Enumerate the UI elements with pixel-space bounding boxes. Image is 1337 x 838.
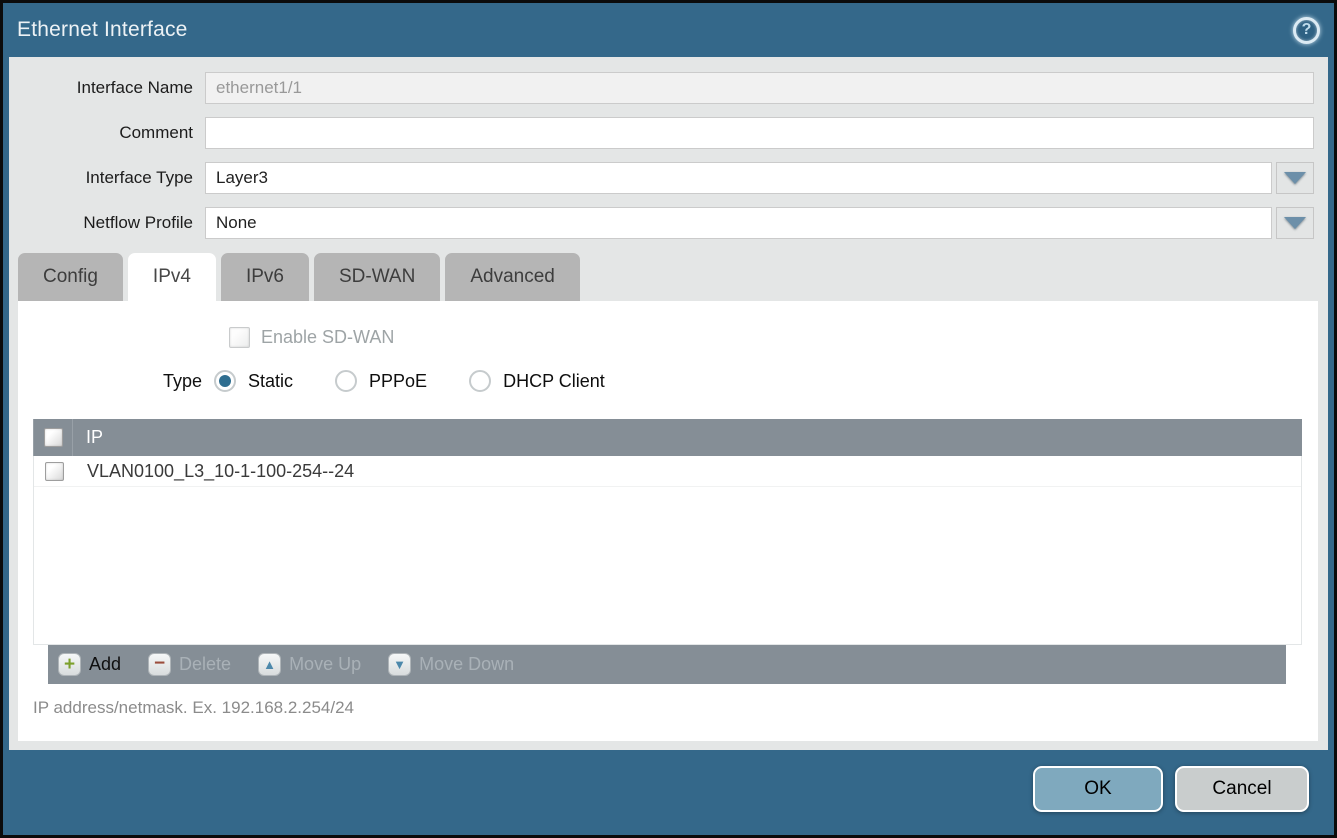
cancel-button[interactable]: Cancel bbox=[1175, 766, 1309, 812]
interface-type-label: Interface Type bbox=[9, 168, 205, 188]
table-row[interactable]: VLAN0100_L3_10-1-100-254--24 bbox=[34, 456, 1301, 487]
netflow-profile-dropdown-button[interactable] bbox=[1276, 207, 1314, 239]
netflow-profile-select[interactable]: None bbox=[205, 207, 1272, 239]
tab-advanced[interactable]: Advanced bbox=[445, 253, 580, 301]
select-all-checkbox[interactable] bbox=[44, 428, 63, 447]
dialog-titlebar: Ethernet Interface ? bbox=[3, 3, 1334, 57]
help-icon[interactable]: ? bbox=[1293, 17, 1320, 44]
chevron-down-icon bbox=[1284, 172, 1306, 184]
form-area: Interface Name Comment Interface Type La… bbox=[9, 57, 1328, 239]
add-button[interactable]: + Add bbox=[58, 653, 121, 676]
move-down-button: ▼ Move Down bbox=[388, 653, 514, 676]
enable-sdwan-checkbox bbox=[229, 327, 250, 348]
delete-icon: − bbox=[148, 653, 171, 676]
interface-type-dropdown-button[interactable] bbox=[1276, 162, 1314, 194]
row-checkbox[interactable] bbox=[45, 462, 64, 481]
radio-static-label: Static bbox=[248, 371, 293, 392]
radio-pppoe-circle[interactable] bbox=[335, 370, 357, 392]
interface-type-row: Interface Type Layer3 bbox=[9, 162, 1314, 194]
netflow-profile-row: Netflow Profile None bbox=[9, 207, 1314, 239]
enable-sdwan-row: Enable SD-WAN bbox=[18, 301, 1318, 348]
add-icon: + bbox=[58, 653, 81, 676]
radio-dhcp-client-label: DHCP Client bbox=[503, 371, 605, 392]
enable-sdwan-label: Enable SD-WAN bbox=[261, 327, 394, 348]
interface-name-row: Interface Name bbox=[9, 72, 1314, 104]
delete-button: − Delete bbox=[148, 653, 231, 676]
interface-type-select[interactable]: Layer3 bbox=[205, 162, 1272, 194]
ip-table: IP VLAN0100_L3_10-1-100-254--24 + Add bbox=[33, 419, 1302, 684]
move-down-button-label: Move Down bbox=[419, 654, 514, 675]
radio-pppoe[interactable]: PPPoE bbox=[335, 370, 427, 392]
comment-field[interactable] bbox=[205, 117, 1314, 149]
chevron-down-icon bbox=[1284, 217, 1306, 229]
type-label: Type bbox=[18, 371, 214, 392]
radio-dhcp-client-circle[interactable] bbox=[469, 370, 491, 392]
interface-name-label: Interface Name bbox=[9, 78, 205, 98]
dialog-body: Interface Name Comment Interface Type La… bbox=[9, 57, 1328, 750]
interface-name-field bbox=[205, 72, 1314, 104]
netflow-profile-label: Netflow Profile bbox=[9, 213, 205, 233]
delete-button-label: Delete bbox=[179, 654, 231, 675]
ipv4-tab-panel: Enable SD-WAN Type Static PPPoE DHCP Cli… bbox=[18, 301, 1318, 741]
radio-static-circle[interactable] bbox=[214, 370, 236, 392]
tab-ipv4[interactable]: IPv4 bbox=[128, 253, 216, 301]
radio-dhcp-client[interactable]: DHCP Client bbox=[469, 370, 605, 392]
ip-format-hint: IP address/netmask. Ex. 192.168.2.254/24 bbox=[33, 698, 1318, 718]
ethernet-interface-dialog: Ethernet Interface ? Interface Name Comm… bbox=[0, 0, 1337, 838]
move-up-button-label: Move Up bbox=[289, 654, 361, 675]
dialog-title: Ethernet Interface bbox=[17, 18, 188, 42]
tab-sdwan[interactable]: SD-WAN bbox=[314, 253, 440, 301]
comment-label: Comment bbox=[9, 123, 205, 143]
ip-table-header: IP bbox=[33, 419, 1302, 456]
radio-static[interactable]: Static bbox=[214, 370, 293, 392]
ip-column-header: IP bbox=[73, 427, 103, 448]
move-up-button: ▲ Move Up bbox=[258, 653, 361, 676]
ip-table-body: VLAN0100_L3_10-1-100-254--24 bbox=[33, 456, 1302, 645]
tab-config[interactable]: Config bbox=[18, 253, 123, 301]
comment-row: Comment bbox=[9, 117, 1314, 149]
move-up-icon: ▲ bbox=[258, 653, 281, 676]
add-button-label: Add bbox=[89, 654, 121, 675]
table-toolbar: + Add − Delete ▲ Move Up ▼ Move Down bbox=[48, 645, 1286, 684]
tab-ipv6[interactable]: IPv6 bbox=[221, 253, 309, 301]
help-icon-glyph: ? bbox=[1302, 21, 1312, 39]
ok-button[interactable]: OK bbox=[1033, 766, 1163, 812]
radio-pppoe-label: PPPoE bbox=[369, 371, 427, 392]
tab-bar: Config IPv4 IPv6 SD-WAN Advanced bbox=[18, 253, 1328, 301]
move-down-icon: ▼ bbox=[388, 653, 411, 676]
row-ip-value: VLAN0100_L3_10-1-100-254--24 bbox=[74, 461, 354, 482]
type-radio-row: Type Static PPPoE DHCP Client bbox=[18, 370, 1318, 392]
